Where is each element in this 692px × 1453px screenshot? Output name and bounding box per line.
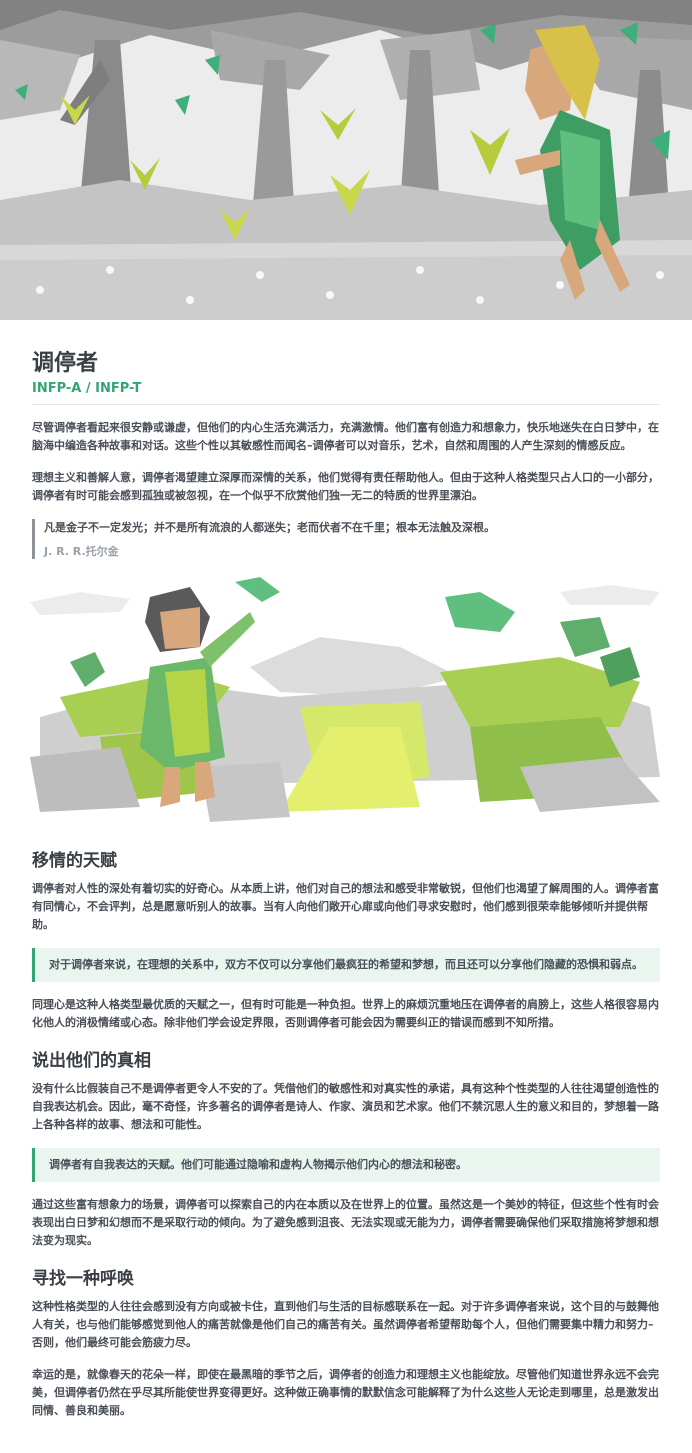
forest-scene-image: [0, 0, 692, 320]
section-empathy-callout: 对于调停者来说，在理想的关系中，双方不仅可以分享他们最疯狂的希望和梦想，而且还可…: [32, 948, 660, 982]
section-calling-paragraph-1: 这种性格类型的人往往会感到没有方向或被卡住，直到他们与生活的目标感联系在一起。对…: [32, 1300, 659, 1349]
section-heading-empathy: 移情的天赋: [32, 851, 117, 871]
page-title: 调停者: [32, 351, 99, 376]
intro-paragraph-1: 尽管调停者看起来很安静或谦虚，但他们的内心生活充满活力，充满激情。他们富有创造力…: [32, 421, 659, 452]
section-truth-paragraph-2: 通过这些富有想象力的场景，调停者可以探索自己的内在本质以及在世界上的位置。虽然这…: [32, 1198, 659, 1247]
quote-author: J. R. R.托尔金: [44, 545, 119, 558]
hero-character-scene-image: [0, 577, 692, 832]
quote-block: 凡是金子不一定发光；并不是所有流浪的人都迷失；老而伏者不在千里；根本无法触及深根…: [32, 519, 660, 559]
personality-type-code: INFP-A / INFP-T: [32, 381, 660, 405]
section-truth-paragraph-1: 没有什么比假装自己不是调停者更令人不安的了。凭借他们的敏感性和对真实性的承诺，具…: [32, 1082, 659, 1131]
section-heading-truth: 说出他们的真相: [32, 1051, 151, 1071]
section-heading-calling: 寻找一种呼唤: [32, 1269, 134, 1289]
section-empathy-paragraph-1: 调停者对人性的深处有着切实的好奇心。从本质上讲，他们对自己的想法和感受非常敏锐，…: [32, 882, 659, 931]
section-truth-callout: 调停者有自我表达的天赋。他们可能通过隐喻和虚构人物揭示他们内心的想法和秘密。: [32, 1148, 660, 1182]
landscape-illustration: [0, 577, 692, 832]
quote-text: 凡是金子不一定发光；并不是所有流浪的人都迷失；老而伏者不在千里；根本无法触及深根…: [44, 521, 495, 534]
section-calling-paragraph-2: 幸运的是，就像春天的花朵一样，即使在最黑暗的季节之后，调停者的创造力和理想主义也…: [32, 1368, 659, 1417]
intro-paragraph-2: 理想主义和善解人意，调停者渴望建立深厚而深情的关系，他们觉得有责任帮助他人。但由…: [32, 471, 659, 502]
section-empathy-paragraph-2: 同理心是这种人格类型最优质的天赋之一，但有时可能是一种负担。世界上的麻烦沉重地压…: [32, 998, 659, 1029]
hero-illustration: [0, 0, 692, 320]
